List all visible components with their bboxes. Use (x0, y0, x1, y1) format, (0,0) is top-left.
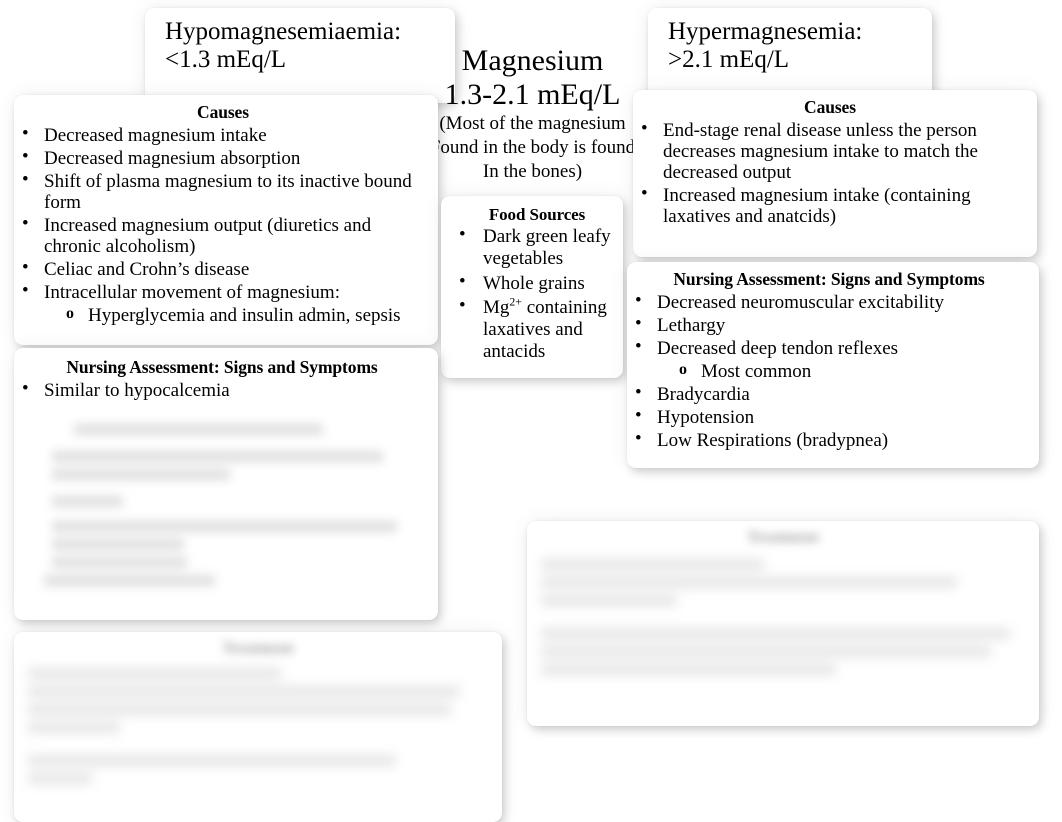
redacted-line (28, 686, 461, 697)
hypermagnesemia-treatment-card: Treatment (527, 521, 1039, 726)
food-sources-card: Food Sources Dark green leafy vegetables… (441, 196, 623, 378)
list-item: Decreased magnesium absorption (14, 146, 432, 169)
hyper-treatment-redacted-block: Treatment (541, 529, 1025, 675)
redacted-line (541, 664, 837, 675)
hypomagnesemia-range-line2: <1.3 mEq/L (165, 46, 287, 73)
list-item-sub: Most common (627, 361, 1031, 382)
hyper-causes-title: Causes (804, 97, 856, 117)
redacted-line (52, 468, 230, 480)
list-item: Dark green leafy vegetables (441, 224, 619, 270)
hypermagnesemia-range-line2: >2.1 mEq/L (668, 46, 790, 73)
magnesium-range: 1.3-2.1 mEq/L (444, 77, 621, 111)
hypo-causes-title: Causes (197, 102, 249, 122)
redacted-line (44, 574, 215, 586)
hypo-treatment-title: Treatment (222, 640, 294, 657)
redacted-line (541, 559, 764, 570)
redacted-line (52, 520, 398, 532)
redacted-line (28, 704, 452, 715)
list-item: Increased magnesium output (diuretics an… (14, 213, 432, 257)
hypomagnesemia-title-line1: Hypomagnesemiaemia: (165, 18, 402, 45)
food-sources-list: Dark green leafy vegetables Whole grains… (441, 224, 619, 364)
list-item: Lethargy (627, 313, 1031, 336)
redacted-line (52, 450, 384, 462)
hypermagnesemia-title-line1: Hypermagnesemia: (668, 18, 863, 45)
hyper-causes-list: End-stage renal disease unless the perso… (633, 118, 1027, 227)
redacted-line (541, 595, 677, 606)
list-item: Bradycardia (627, 382, 1031, 405)
magnesium-note-line2: Found in the body is found (429, 137, 636, 159)
list-item: Celiac and Crohn’s disease (14, 257, 432, 280)
list-item: Shift of plasma magnesium to its inactiv… (14, 169, 432, 213)
hypermagnesemia-assessment-card: Nursing Assessment: Signs and Symptoms D… (627, 262, 1039, 468)
redacted-line (52, 556, 188, 568)
hypo-assessment-list: Similar to hypocalcemia (14, 378, 430, 401)
hypo-assessment-redacted-block (14, 403, 430, 586)
food-sources-title: Food Sources (488, 205, 586, 224)
list-item: Low Respirations (bradypnea) (627, 428, 1031, 451)
list-item-sub: Hyperglycemia and insulin admin, sepsis (14, 305, 432, 326)
hypomagnesemia-title-card: Hypomagnesemiaemia: <1.3 mEq/L (145, 8, 455, 103)
list-item: Similar to hypocalcemia (14, 378, 430, 401)
list-item: Whole grains (441, 271, 619, 295)
redacted-line (52, 495, 124, 507)
hyper-treatment-title: Treatment (747, 529, 819, 546)
redacted-line (28, 773, 93, 784)
hyper-assessment-title: Nursing Assessment: Signs and Symptoms (673, 269, 985, 289)
hypo-assessment-title: Nursing Assessment: Signs and Symptoms (66, 357, 378, 377)
list-item: Mg2+ containing laxatives and antacids (441, 295, 619, 364)
redacted-line (74, 423, 324, 435)
magnesium-heading: Magnesium (461, 44, 604, 77)
hypo-causes-list: Decreased magnesium intake Decreased mag… (14, 123, 432, 326)
hypomagnesemia-causes-card: Causes Decreased magnesium intake Decrea… (14, 95, 438, 345)
magnesium-note-line1: (Most of the magnesium (439, 113, 626, 135)
list-item: Intracellular movement of magnesium: (14, 280, 432, 303)
slide-main-title: Magnesium 1.3-2.1 mEq/L (Most of the mag… (420, 44, 645, 183)
magnesium-note-line3: In the bones) (482, 160, 583, 182)
redacted-line (541, 577, 958, 588)
redacted-line (28, 668, 281, 679)
hypomagnesemia-assessment-card: Nursing Assessment: Signs and Symptoms S… (14, 348, 438, 620)
hypermagnesemia-title-card: Hypermagnesemia: >2.1 mEq/L (648, 8, 932, 103)
redacted-line (52, 538, 184, 550)
hypo-treatment-redacted-block: Treatment (28, 640, 488, 784)
hypomagnesemia-treatment-card: Treatment (14, 632, 502, 822)
hyper-assessment-list: Decreased neuromuscular excitability Let… (627, 290, 1031, 451)
hypermagnesemia-causes-card: Causes End-stage renal disease unless th… (633, 90, 1037, 257)
list-item: Decreased neuromuscular excitability (627, 290, 1031, 313)
list-item: Hypotension (627, 405, 1031, 428)
list-item: Decreased magnesium intake (14, 123, 432, 146)
list-item: Increased magnesium intake (containing l… (633, 183, 1027, 227)
list-item: End-stage renal disease unless the perso… (633, 118, 1027, 183)
redacted-line (28, 722, 120, 733)
redacted-line (541, 628, 1011, 639)
list-item: Decreased deep tendon reflexes (627, 336, 1031, 359)
redacted-line (28, 755, 396, 766)
redacted-line (541, 646, 992, 657)
